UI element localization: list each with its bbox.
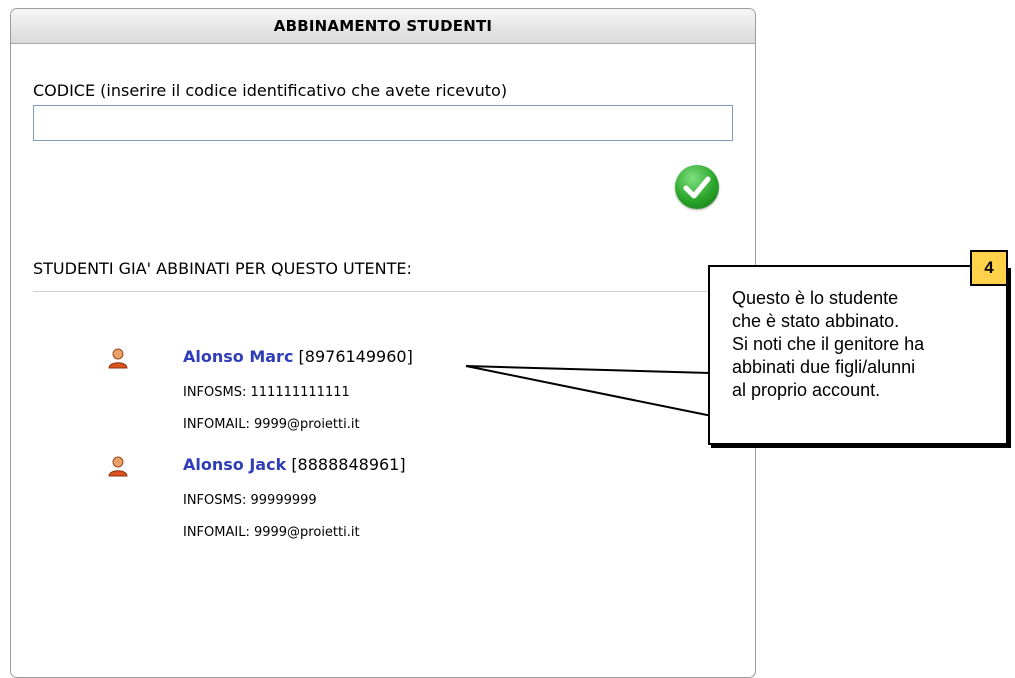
- callout-text: Questo è lo studente che è stato abbinat…: [732, 287, 924, 402]
- callout-line: Questo è lo studente: [732, 288, 899, 308]
- callout-line: che è stato abbinato.: [732, 311, 900, 331]
- callout-line: abbinati due figli/alunni: [732, 357, 916, 377]
- annotation-callout: Questo è lo studente che è stato abbinat…: [708, 265, 1008, 445]
- step-number-badge: 4: [970, 250, 1008, 286]
- callout-line: Si noti che il genitore ha: [732, 334, 925, 354]
- callout-line: al proprio account.: [732, 380, 881, 400]
